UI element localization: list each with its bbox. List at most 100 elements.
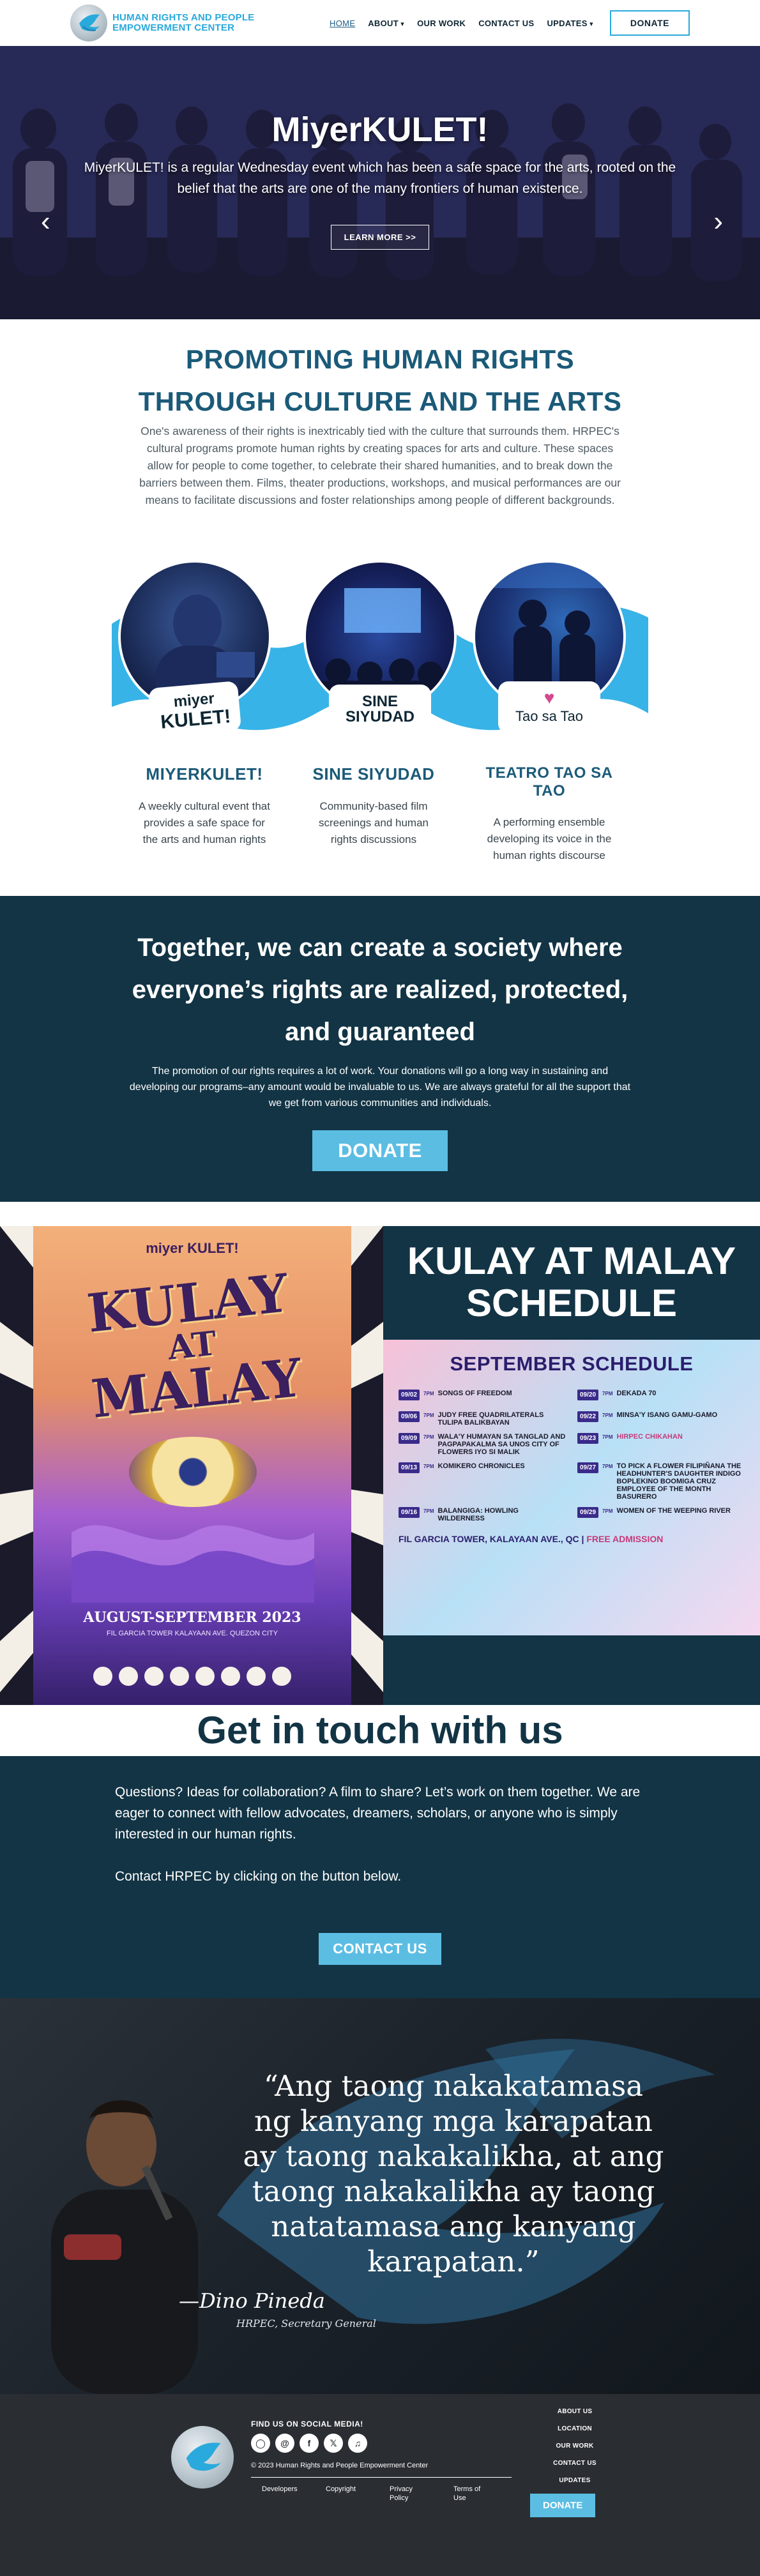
social-icons: ◯ @ f 𝕏 ♫	[251, 2434, 367, 2453]
teatro-badge: ♥ Tao sa Tao	[498, 681, 600, 734]
footer-links: Developers Copyright Privacy Policy Term…	[262, 2485, 492, 2503]
nav-updates[interactable]: UPDATES	[547, 19, 593, 28]
instagram-icon[interactable]: ◯	[251, 2434, 270, 2453]
footer-link-developers[interactable]: Developers	[262, 2485, 300, 2503]
nav-contact-us[interactable]: CONTACT US	[478, 19, 534, 28]
footer-menu-contact[interactable]: CONTACT US	[549, 2460, 600, 2467]
sponsor-logo-icon	[247, 1667, 266, 1686]
schedule-date: 09/27	[577, 1462, 599, 1473]
program-title: SINE SIYUDAD	[312, 764, 435, 784]
schedule-film-title: HIRPEC CHIKAHAN	[616, 1433, 683, 1441]
poster-artwork: miyer KULET! KULAY AT MALAY AUGUST-SEPTE…	[33, 1226, 351, 1705]
poster-venue: FIL GARCIA TOWER KALAYAAN AVE. QUEZON CI…	[106, 1630, 278, 1637]
schedule-film-title: WALA'Y HUMAYAN SA TANGLAD AND PAGPAPAKAL…	[437, 1433, 566, 1456]
copyright-text: © 2023 Human Rights and People Empowerme…	[251, 2462, 429, 2469]
sine-siyudad-badge-bottom: SIYUDAD	[345, 708, 414, 725]
schedule-row: 09/22 7PM MINSA'Y ISANG GAMU-GAMO	[577, 1411, 745, 1427]
program-description: A weekly cultural event that provides a …	[138, 800, 270, 845]
september-schedule-image[interactable]: SEPTEMBER SCHEDULE 09/02 7PM SONGS OF FREE…	[383, 1340, 760, 1635]
sponsor-logo-icon	[272, 1667, 291, 1686]
contact-text-2: Contact HRPEC by clicking on the button …	[115, 1869, 402, 1884]
quote-section: “Ang taong nakakatamasa ng kanyang mga k…	[0, 1998, 760, 2394]
heart-icon: ♥	[543, 688, 555, 708]
kulay-heading-line-2: SCHEDULE	[466, 1282, 678, 1324]
schedule-time: 7PM	[602, 1508, 613, 1514]
contact-text-1: Questions? Ideas for collaboration? A fi…	[115, 1785, 641, 1842]
hero-text: MiyerKULET! is a regular Wednesday event…	[84, 160, 676, 196]
schedule-title: SEPTEMBER SCHEDULE	[450, 1352, 694, 1375]
sponsor-logo-icon	[221, 1667, 240, 1686]
main-nav: HOME ABOUT OUR WORK CONTACT US UPDATES	[330, 19, 593, 28]
schedule-film-title: SONGS OF FREEDOM	[437, 1390, 512, 1397]
schedule-venue: FIL GARCIA TOWER, KALAYAAN AVE., QC |	[399, 1534, 584, 1544]
schedule-free-admission: FREE ADMISSION	[586, 1534, 664, 1544]
dove-logo-icon	[70, 4, 107, 42]
footer-link-privacy[interactable]: Privacy Policy	[390, 2485, 428, 2503]
programs-section: PROMOTING HUMAN RIGHTS THROUGH CULTURE A…	[0, 319, 760, 896]
schedule-row: 09/23 7PM HIRPEC CHIKAHAN	[577, 1433, 745, 1456]
program-sine-siyudad[interactable]: SINE SIYUDAD Community-based film screen…	[307, 764, 441, 864]
poster-eye-illustration	[129, 1437, 257, 1507]
logo[interactable]: HUMAN RIGHTS AND PEOPLE EMPOWERMENT CENT…	[70, 4, 254, 42]
footer-link-terms[interactable]: Terms of Use	[453, 2485, 492, 2503]
footer-donate-button[interactable]: DONATE	[530, 2494, 596, 2517]
program-title: TEATRO TAO SA TAO	[485, 764, 613, 799]
threads-icon[interactable]: @	[275, 2434, 294, 2453]
schedule-date: 09/02	[399, 1390, 420, 1400]
schedule-grid: 09/02 7PM SONGS OF FREEDOM 09/20 7PM DEKADA 7…	[399, 1390, 745, 1522]
quote-text: “Ang taong nakakatamasa ng kanyang mga k…	[243, 2069, 664, 2278]
contact-section: Questions? Ideas for collaboration? A fi…	[0, 1756, 760, 1998]
donate-section: Together, we can create a society where …	[0, 896, 760, 1202]
facebook-icon[interactable]: f	[300, 2434, 319, 2453]
miyerkulet-badge: miyer KULET!	[148, 681, 242, 738]
nav-home[interactable]: HOME	[330, 19, 355, 28]
program-teatro[interactable]: TEATRO TAO SA TAO A performing ensemble …	[476, 764, 623, 864]
header-donate-button[interactable]: DONATE	[609, 10, 690, 36]
teatro-badge-text: Tao sa Tao	[515, 708, 583, 724]
learn-more-button[interactable]: LEARN MORE >>	[330, 225, 430, 250]
contact-us-button[interactable]: CONTACT US	[319, 1933, 441, 1965]
footer-menu-location[interactable]: LOCATION	[549, 2425, 600, 2432]
kulay-at-malay-section: miyer KULET! KULAY AT MALAY AUGUST-SEPTE…	[0, 1226, 760, 1705]
schedule-date: 09/06	[399, 1411, 420, 1422]
quote-role: HRPEC, Secretary General	[236, 2317, 376, 2330]
logo-text: HUMAN RIGHTS AND PEOPLE EMPOWERMENT CENT…	[112, 13, 254, 33]
hero-slider: ‹ › MiyerKULET! MiyerKULET! is a regular…	[0, 46, 760, 319]
schedule-film-title: DEKADA 70	[616, 1390, 657, 1397]
footer-divider	[251, 2477, 512, 2478]
program-miyerkulet[interactable]: MIYERKULET! A weekly cultural event that…	[137, 764, 271, 864]
footer-menu-updates[interactable]: UPDATES	[549, 2477, 600, 2484]
x-icon[interactable]: 𝕏	[324, 2434, 343, 2453]
programs-heading-line-2: THROUGH CULTURE AND THE ARTS	[138, 386, 622, 416]
schedule-film-title: WOMEN OF THE WEEPING RIVER	[616, 1507, 731, 1515]
nav-our-work[interactable]: OUR WORK	[417, 19, 466, 28]
footer-menu: ABOUT US LOCATION OUR WORK CONTACT US UP…	[549, 2408, 600, 2494]
footer-logo-icon[interactable]	[171, 2426, 234, 2489]
footer-link-copyright[interactable]: Copyright	[326, 2485, 364, 2503]
poster-title: KULAY AT MALAY	[27, 1261, 358, 1432]
schedule-film-title: KOMIKERO CHRONICLES	[437, 1462, 525, 1470]
logo-line-2: EMPOWERMENT CENTER	[112, 22, 235, 33]
programs-heading: PROMOTING HUMAN RIGHTS THROUGH CULTURE A…	[0, 338, 760, 423]
schedule-film-title: JUDY FREE QUADRILATERALS TULIPA BALIKBAY…	[437, 1411, 544, 1427]
program-list: MIYERKULET! A weekly cultural event that…	[0, 764, 760, 864]
footer-menu-our-work[interactable]: OUR WORK	[549, 2443, 600, 2450]
schedule-date: 09/29	[577, 1507, 599, 1518]
tiktok-icon[interactable]: ♫	[348, 2434, 367, 2453]
kulay-at-malay-poster[interactable]: miyer KULET! KULAY AT MALAY AUGUST-SEPTE…	[0, 1226, 383, 1705]
nav-about[interactable]: ABOUT	[368, 19, 404, 28]
schedule-row: 09/13 7PM KOMIKERO CHRONICLES	[399, 1462, 566, 1501]
donate-button[interactable]: DONATE	[312, 1130, 448, 1171]
schedule-time: 7PM	[602, 1391, 613, 1397]
sine-siyudad-badge: SINE SIYUDAD	[329, 685, 431, 734]
schedule-time: 7PM	[423, 1508, 434, 1514]
poster-date: AUGUST-SEPTEMBER 2023	[83, 1609, 301, 1626]
schedule-date: 09/09	[399, 1433, 420, 1444]
footer-menu-about[interactable]: ABOUT US	[549, 2408, 600, 2415]
programs-intro: One's awareness of their rights is inext…	[139, 425, 621, 506]
schedule-row: 09/27 7PM TO PICK A FLOWER FILIPIÑANA THE …	[577, 1462, 745, 1501]
schedule-row: 09/06 7PM JUDY FREE QUADRILATERALS TULIPA …	[399, 1411, 566, 1427]
donate-heading: Together, we can create a society where …	[132, 934, 628, 1046]
program-description: A performing ensemble developing its voi…	[487, 816, 612, 861]
social-title: FIND US ON SOCIAL MEDIA!	[251, 2420, 363, 2428]
